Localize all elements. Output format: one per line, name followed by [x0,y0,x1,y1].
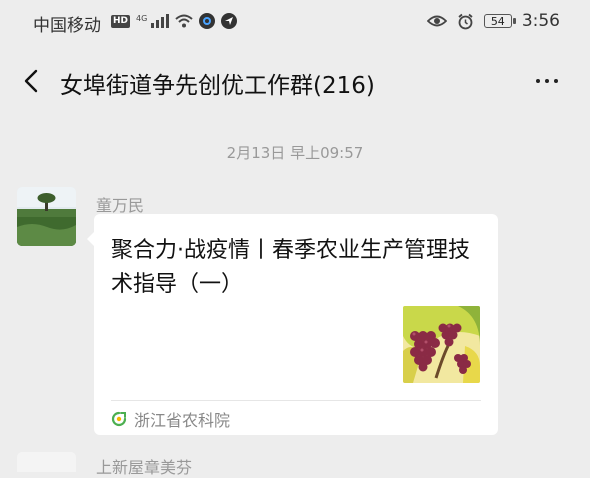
message-timestamp: 2月13日 早上09:57 [226,144,364,162]
status-icons-right: 54 3:56 [426,11,560,31]
status-icons-left: HD 4G [111,13,238,29]
sender-avatar[interactable] [17,187,76,246]
source-label: 浙江省农科院 [134,411,231,430]
sender-avatar[interactable] [17,452,76,472]
back-arrow-icon[interactable] [20,68,46,94]
signal-icon [151,14,170,28]
network-type-label: 4G [136,13,148,23]
article-thumbnail [403,306,480,383]
sender-name: 上新屋章美芬 [96,458,193,477]
sender-name: 童万民 [96,196,145,215]
chat-header: 女埠街道争先创优工作群(216) [0,50,590,110]
article-title: 聚合力·战疫情丨春季农业生产管理技术指导（一） [111,238,470,297]
wifi-icon [175,14,193,28]
carrier-label: 中国移动 [33,16,101,36]
card-divider [111,400,481,401]
battery-icon: 54 [483,14,516,28]
article-source[interactable]: 浙江省农科院 [111,407,230,431]
mini-program-icon [111,411,127,427]
more-options-icon[interactable] [532,68,562,94]
location-icon [221,13,238,29]
app-notification-icon [199,13,216,29]
article-card[interactable]: 聚合力·战疫情丨春季农业生产管理技术指导（一） 浙江省农科院 [87,214,498,435]
eye-comfort-icon [426,15,447,27]
chat-title: 女埠街道争先创优工作群(216) [60,73,375,99]
status-time: 3:56 [521,11,560,31]
alarm-icon [458,13,473,29]
hd-badge: HD [111,14,131,28]
status-bar: 中国移动 HD 4G 54 3:56 [0,0,590,44]
